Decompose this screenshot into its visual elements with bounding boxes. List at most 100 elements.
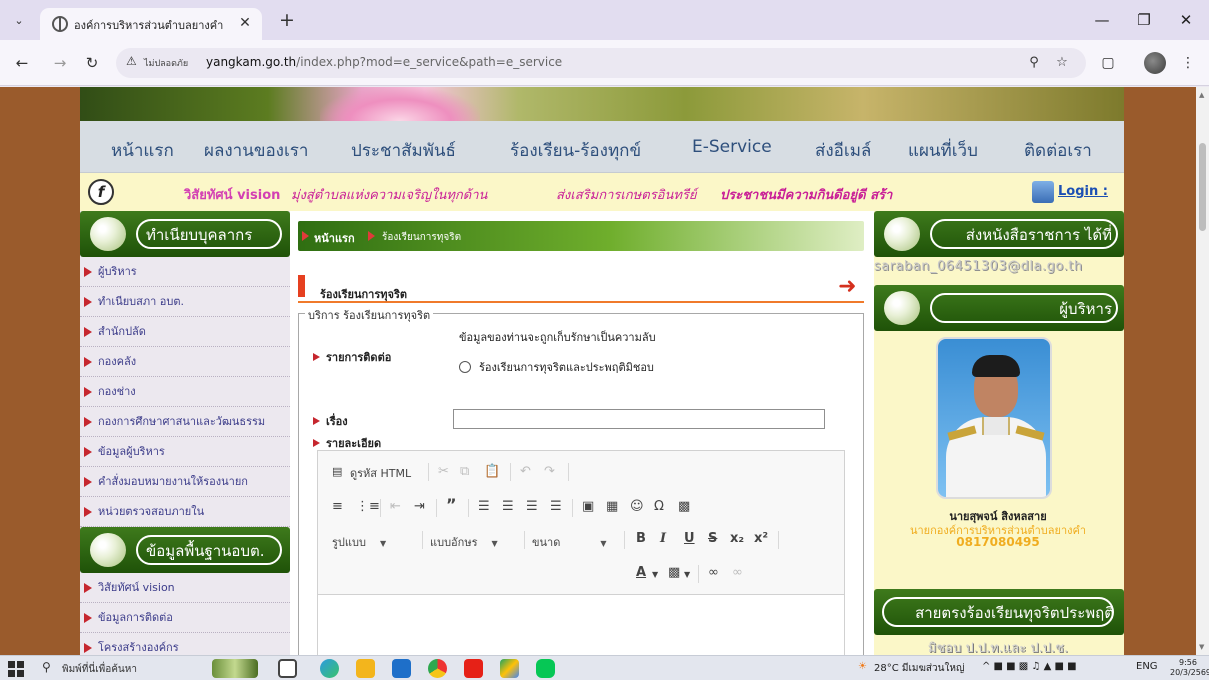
iframe-icon[interactable]: ▩	[678, 499, 690, 515]
sidebar-item-council[interactable]: ทำเนียบสภา อบต.	[80, 287, 290, 317]
sidebar-item-contact-info[interactable]: ข้อมูลการติดต่อ	[80, 603, 290, 633]
subscript-icon[interactable]: x₂	[730, 531, 744, 547]
weather-sun-icon[interactable]: ☀	[858, 661, 867, 672]
back-arrow-icon[interactable]: ←	[10, 52, 34, 74]
sidebar-item-education[interactable]: กองการศึกษาศาสนาและวัฒนธรรม	[80, 407, 290, 437]
breadcrumb-home[interactable]: หน้าแรก	[314, 229, 355, 247]
bold-icon[interactable]: B	[636, 531, 646, 547]
forward-arrow-icon[interactable]: →	[48, 52, 72, 74]
chevron-down-icon[interactable]: ▼	[684, 567, 690, 583]
redo-icon[interactable]: ↷	[544, 464, 555, 480]
paste-icon[interactable]: 📋	[484, 464, 500, 480]
editor-content-area[interactable]	[318, 596, 844, 655]
restore-icon[interactable]: ❐	[1124, 8, 1164, 32]
warning-triangle-icon[interactable]: ⚠	[126, 54, 137, 68]
special-char-omega-icon[interactable]: Ω	[654, 499, 664, 515]
chevron-down-icon[interactable]: ▼	[652, 567, 658, 583]
saraban-email[interactable]: saraban_06451303@dla.go.th	[874, 259, 1122, 281]
outdent-icon[interactable]: ⇤	[390, 499, 401, 515]
login-users-icon[interactable]	[1032, 181, 1054, 203]
minimize-icon[interactable]: —	[1082, 8, 1122, 32]
nav-contact[interactable]: ติดต่อเรา	[1024, 137, 1092, 164]
sidebar-item-finance[interactable]: กองคลัง	[80, 347, 290, 377]
copy-icon[interactable]: ⧉	[460, 464, 469, 480]
strikethrough-icon[interactable]: S	[708, 531, 717, 547]
nav-our-work[interactable]: ผลงานของเรา	[204, 137, 308, 164]
system-tray-icons[interactable]: ^ ■ ■ ▩ ♫ ▲ ■ ■	[982, 661, 1077, 672]
profile-avatar[interactable]	[1144, 52, 1166, 74]
file-explorer-icon[interactable]	[356, 659, 375, 678]
blockquote-icon[interactable]: ”	[446, 497, 457, 513]
smiley-icon[interactable]: ☺	[630, 499, 644, 515]
align-center-icon[interactable]: ☰	[502, 499, 514, 515]
nav-public-relations[interactable]: ประชาสัมพันธ์	[351, 137, 456, 164]
scroll-up-arrow-icon[interactable]: ▲	[1199, 91, 1204, 99]
sidebar-item-executive-info[interactable]: ข้อมูลผู้บริหาร	[80, 437, 290, 467]
view-source-button[interactable]: ดูรหัส HTML	[350, 464, 411, 482]
sidebar-item-internal-audit[interactable]: หน่วยตรวจสอบภายใน	[80, 497, 290, 527]
news-widget-icon[interactable]	[212, 659, 258, 678]
window-close-icon[interactable]: ✕	[1166, 8, 1206, 32]
page-scrollbar[interactable]: ▲ ▼	[1196, 87, 1209, 655]
reload-icon[interactable]: ↻	[80, 52, 104, 74]
login-link[interactable]: Login :	[1058, 184, 1108, 199]
browser-tab[interactable]: องค์การบริหารส่วนตำบลยางคำ : หมู่ 8ต่ ✕	[40, 8, 262, 40]
superscript-icon[interactable]: x²	[754, 531, 768, 547]
windows-start-icon[interactable]	[8, 661, 24, 677]
image-icon[interactable]: ▣	[582, 499, 594, 515]
tab-search-chevron-icon[interactable]: ⌄	[8, 10, 30, 32]
complaint-type-option[interactable]: ร้องเรียนการทุจริตและประพฤติมิชอบ	[459, 358, 654, 376]
chrome-icon[interactable]	[428, 659, 447, 678]
weather-text[interactable]: 28°C มีเมฆส่วนใหญ่	[874, 661, 964, 676]
tab-close-icon[interactable]: ✕	[236, 14, 254, 32]
size-dropdown[interactable]: ขนาด ▼	[532, 533, 607, 551]
youtube-icon[interactable]	[464, 659, 483, 678]
sidebar-item-executives[interactable]: ผู้บริหาร	[80, 257, 290, 287]
more-menu-icon[interactable]: ⋮	[1176, 52, 1200, 74]
font-dropdown[interactable]: แบบอักษร ▼	[430, 533, 498, 551]
sidebar-item-org-structure[interactable]: โครงสร้างองค์กร	[80, 633, 290, 655]
zoom-icon[interactable]: ⚲	[1024, 54, 1044, 72]
source-code-icon[interactable]: ▤	[332, 464, 342, 480]
unlink-icon[interactable]: ∞	[732, 565, 743, 581]
cut-icon[interactable]: ✂	[438, 464, 449, 480]
undo-icon[interactable]: ↶	[520, 464, 531, 480]
nav-send-email[interactable]: ส่งอีเมล์	[815, 137, 871, 164]
sidebar-item-engineering[interactable]: กองช่าง	[80, 377, 290, 407]
scrollbar-thumb[interactable]	[1199, 143, 1206, 231]
underline-icon[interactable]: U	[684, 531, 695, 547]
subject-input[interactable]	[453, 409, 825, 429]
table-icon[interactable]: ▦	[606, 499, 618, 515]
input-language[interactable]: ENG	[1136, 661, 1158, 672]
align-left-icon[interactable]: ☰	[478, 499, 490, 515]
edge-browser-icon[interactable]	[320, 659, 339, 678]
google-drive-icon[interactable]	[500, 659, 519, 678]
extensions-icon[interactable]: ▢	[1096, 52, 1120, 74]
microsoft-store-icon[interactable]	[392, 659, 411, 678]
complaint-type-radio[interactable]	[459, 361, 471, 373]
link-icon[interactable]: ∞	[708, 565, 719, 581]
italic-icon[interactable]: I	[660, 531, 666, 547]
sidebar-item-vision[interactable]: วิสัยทัศน์ vision	[80, 573, 290, 603]
nav-e-service[interactable]: E-Service	[692, 137, 772, 157]
indent-icon[interactable]: ⇥	[414, 499, 425, 515]
taskbar-clock[interactable]: 9:56 20/3/2569	[1170, 658, 1209, 678]
scroll-down-arrow-icon[interactable]: ▼	[1199, 643, 1204, 651]
align-justify-icon[interactable]: ☰	[550, 499, 562, 515]
taskbar-search[interactable]: ⚲ พิมพ์ที่นี่เพื่อค้นหา	[40, 658, 210, 679]
format-dropdown[interactable]: รูปแบบ ▼	[332, 533, 386, 551]
nav-home[interactable]: หน้าแรก	[111, 137, 174, 164]
new-tab-plus-icon[interactable]: +	[276, 10, 298, 32]
sidebar-item-office[interactable]: สำนักปลัด	[80, 317, 290, 347]
bullet-list-icon[interactable]: ⋮≡	[356, 499, 380, 515]
bookmark-star-icon[interactable]: ☆	[1052, 54, 1072, 72]
numbered-list-icon[interactable]: ≡	[332, 499, 343, 515]
line-app-icon[interactable]	[536, 659, 555, 678]
background-color-icon[interactable]: ▩	[668, 565, 680, 581]
nav-sitemap[interactable]: แผนที่เว็บ	[908, 137, 978, 164]
sidebar-item-assignment-orders[interactable]: คำสั่งมอบหมายงานให้รองนายก	[80, 467, 290, 497]
nav-complaints[interactable]: ร้องเรียน-ร้องทุกข์	[510, 137, 641, 164]
text-color-icon[interactable]: A	[636, 565, 646, 581]
address-bar[interactable]: ⚠ ไม่ปลอดภัย yangkam.go.th/index.php?mod…	[116, 48, 1086, 78]
align-right-icon[interactable]: ☰	[526, 499, 538, 515]
